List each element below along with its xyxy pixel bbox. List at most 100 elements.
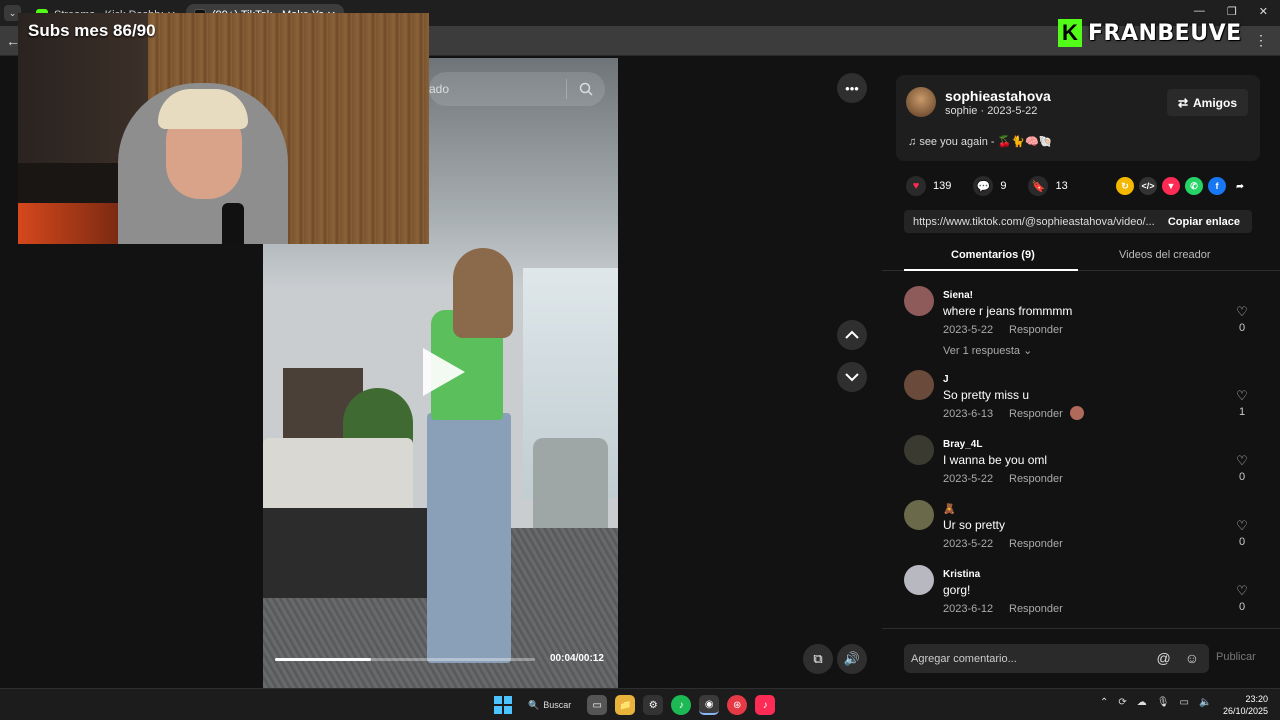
view-replies-button[interactable]: Ver 1 respuesta ⌄ (943, 344, 1032, 357)
like-count: 139 (933, 180, 952, 192)
taskbar-clock[interactable]: 23:20 26/10/2025 (1222, 693, 1268, 717)
search-icon: 🔍 (528, 699, 540, 710)
reply-button[interactable]: Responder (1009, 538, 1063, 550)
minimize-icon[interactable]: — (1194, 5, 1205, 18)
sync-icon[interactable]: ⟳ (1118, 697, 1126, 708)
app-icon[interactable]: ⊛ (727, 695, 748, 715)
speaker-icon[interactable]: 🔈 (1199, 697, 1211, 708)
save-stat[interactable]: 🔖 13 (1028, 176, 1068, 196)
start-button[interactable] (494, 696, 512, 714)
clock-time: 23:20 (1245, 694, 1268, 704)
taskbar-search-label: Buscar (543, 700, 572, 710)
mention-icon[interactable]: @ (1156, 650, 1170, 666)
maximize-icon[interactable]: ❐ (1227, 5, 1237, 18)
avatar[interactable] (904, 565, 934, 595)
reply-button[interactable]: Responder (1009, 603, 1063, 615)
comment-date: 2023-6-13 (943, 408, 994, 420)
comment-date: 2023-6-12 (943, 603, 994, 615)
app-icon[interactable]: ⚙ (643, 695, 664, 715)
comment-stat[interactable]: 💬 9 (973, 176, 1006, 196)
music-line[interactable]: ♫ see you again - 🍒🐈🧠🐚 (908, 135, 1052, 148)
chevron-up-icon[interactable]: ⌃ (1100, 697, 1108, 708)
pip-button[interactable]: ⧉ (803, 644, 833, 674)
list-item: 🧸 Ur so pretty 2023-5-22 Responder ♡ 0 (904, 500, 1260, 555)
previous-video-button[interactable] (837, 320, 867, 350)
comment-input[interactable]: Agregar comentario... @ ☺ (904, 644, 1209, 673)
video-time: 00:04/00:12 (550, 653, 604, 664)
bookmark-icon[interactable]: 🔖 (1028, 176, 1049, 196)
music-title: see you again - 🍒🐈🧠🐚 (919, 136, 1053, 148)
streamer-name: FRANBEUVE (1088, 20, 1242, 46)
reply-button[interactable]: Responder (1009, 324, 1063, 336)
avatar[interactable] (906, 87, 936, 117)
chrome-icon[interactable]: ◉ (699, 695, 720, 715)
comment-like-count: 0 (1238, 471, 1246, 483)
creator-username[interactable]: sophieastahova (945, 88, 1051, 104)
comment-like-count: 0 (1238, 601, 1246, 613)
copy-link-button[interactable]: Copiar enlace (1156, 216, 1252, 228)
comment-username[interactable]: Kristina (943, 569, 980, 580)
like-stat[interactable]: ♥ 139 (906, 176, 951, 196)
play-icon[interactable] (423, 348, 465, 396)
tab-comments[interactable]: Comentarios (9) (951, 249, 1035, 261)
comment-username[interactable]: Siena! (943, 290, 973, 301)
friends-button[interactable]: ⇄ Amigos (1167, 89, 1248, 116)
heart-icon[interactable]: ♥ (906, 176, 926, 196)
kick-logo-icon: K (1058, 19, 1082, 47)
next-video-button[interactable] (837, 362, 867, 392)
repost-icon[interactable]: ↻ (1116, 177, 1134, 195)
file-explorer-icon[interactable]: 📁 (615, 695, 636, 715)
list-item: Kristina gorg! 2023-6-12 Responder ♡ 0 (904, 565, 1260, 620)
comment-like-count: 0 (1238, 322, 1246, 334)
share-buttons: ↻ </> ▼ ✆ f ➦ (1116, 177, 1249, 195)
avatar[interactable] (904, 435, 934, 465)
volume-button[interactable]: 🔊 (837, 644, 867, 674)
publish-button[interactable]: Publicar (1216, 651, 1256, 663)
search-icon[interactable] (567, 82, 605, 96)
reply-button[interactable]: Responder (1009, 473, 1063, 485)
cloud-icon[interactable]: ☁ (1137, 697, 1147, 708)
tiktok-icon[interactable]: ♪ (755, 695, 776, 715)
avatar[interactable] (904, 370, 934, 400)
display-icon[interactable]: ▭ (1179, 697, 1188, 708)
task-view-icon[interactable]: ▭ (587, 695, 608, 715)
heart-outline-icon[interactable]: ♡ (1234, 304, 1250, 320)
mic-icon[interactable]: 🎙 (1157, 697, 1170, 708)
close-window-icon[interactable]: ✕ (1259, 5, 1268, 18)
heart-outline-icon[interactable]: ♡ (1234, 388, 1250, 404)
comment-username[interactable]: Bray_4L (943, 439, 982, 450)
taskbar-search[interactable]: 🔍 Buscar (520, 700, 579, 711)
avatar[interactable] (904, 286, 934, 316)
comment-username[interactable]: 🧸 (943, 504, 955, 515)
chevron-up-icon (845, 330, 859, 339)
friends-button-label: Amigos (1193, 95, 1238, 110)
facebook-icon[interactable]: f (1208, 177, 1226, 195)
spotify-icon[interactable]: ♪ (671, 695, 692, 715)
video-progress-bar[interactable] (275, 658, 535, 661)
window-controls: — ❐ ✕ (1194, 5, 1268, 18)
avatar[interactable] (904, 500, 934, 530)
whatsapp-icon[interactable]: ✆ (1185, 177, 1203, 195)
list-item: Siena! where r jeans frommmm 2023-5-22 R… (904, 286, 1260, 361)
video-url[interactable]: https://www.tiktok.com/@sophieastahova/v… (904, 216, 1156, 228)
creator-card: sophieastahova sophie · 2023-5-22 ⇄ Amig… (896, 75, 1260, 161)
microphone (222, 203, 244, 244)
comment-text: where r jeans frommmm (943, 304, 1073, 318)
share-arrow-icon[interactable]: ➦ (1231, 177, 1249, 195)
comment-username[interactable]: J (943, 374, 949, 385)
heart-outline-icon[interactable]: ♡ (1234, 583, 1250, 599)
more-options-button[interactable]: ••• (837, 73, 867, 103)
emoji-icon[interactable]: ☺ (1185, 650, 1199, 666)
search-input[interactable]: ado (429, 72, 605, 106)
comment-bubble-icon[interactable]: 💬 (973, 176, 994, 196)
comment-count: 9 (1000, 180, 1007, 192)
heart-outline-icon[interactable]: ♡ (1234, 518, 1250, 534)
list-item: J So pretty miss u 2023-6-13 Responder ♡… (904, 370, 1260, 425)
send-icon[interactable]: ▼ (1162, 177, 1180, 195)
comment-date: 2023-5-22 (943, 324, 994, 336)
browser-menu-icon[interactable]: ⋮ (1254, 32, 1268, 49)
embed-code-icon[interactable]: </> (1139, 177, 1157, 195)
reply-button[interactable]: Responder (1009, 408, 1063, 420)
heart-outline-icon[interactable]: ♡ (1234, 453, 1250, 469)
tab-creator-videos[interactable]: Videos del creador (1119, 249, 1211, 261)
